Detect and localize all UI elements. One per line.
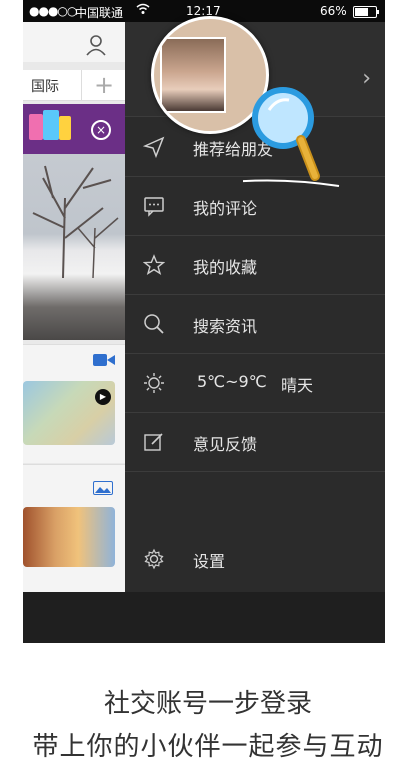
menu-item-search[interactable]: 搜索资讯 [125,295,385,354]
menu-item-label: 意见反馈 [193,435,258,454]
menu-item-settings[interactable]: 设置 [125,540,385,580]
menu-item-feedback[interactable]: 意见反馈 [125,413,385,472]
news-feed-panel[interactable]: 国际 + × ▶ [23,22,125,592]
carrier-name: 中国联通 [75,6,124,20]
menu-item-label: 我的收藏 [193,258,258,277]
video-icon [93,354,115,366]
gear-icon [144,548,164,570]
headline-photo[interactable]: × [23,104,125,421]
menu-item-label: 搜索资讯 [193,317,258,336]
kids-thumbnail [23,507,115,567]
menu-item-weather[interactable]: 5℃~9℃ 晴天 [125,354,385,413]
phones-image [29,110,71,140]
wifi-icon [136,2,150,19]
video-news-card[interactable]: ▶ [23,344,125,463]
sun-icon [144,373,164,393]
star-icon [143,254,165,275]
add-channel-button[interactable]: + [81,70,125,100]
photo-news-card[interactable] [23,464,125,592]
magnifier-icon [243,87,340,187]
menu-item-favorites[interactable]: 我的收藏 [125,236,385,295]
chevron-right-icon[interactable]: › [362,66,371,91]
tab-international[interactable]: 国际 [31,76,59,96]
weather-temperature: 5℃~9℃ [197,372,267,391]
caption-line-1: 社交账号一步登录 [103,689,312,719]
close-icon[interactable]: × [91,120,111,140]
weather-condition: 晴天 [281,376,314,395]
battery-percent: 66% [320,4,347,18]
feed-header [23,22,125,62]
ad-banner[interactable]: × [23,104,125,154]
avatar[interactable] [160,37,226,113]
play-icon[interactable]: ▶ [95,389,111,405]
image-icon [93,481,113,495]
search-icon [144,314,164,334]
channel-tabs: 国际 + [23,70,125,101]
settings-label: 设置 [193,552,226,571]
bottom-bar [23,592,385,643]
signal-indicator: ●●●○○ [29,4,77,18]
caption-line-2: 带上你的小伙伴一起参与互动 [32,732,384,762]
comment-icon [144,197,164,217]
user-icon[interactable] [85,34,107,56]
phone-screen: ●●●○○ 中国联通 12:17 66% 国际 + × ▶ › 推荐给朋友 我的… [23,0,385,643]
edit-icon [144,433,163,451]
battery-icon [353,6,379,18]
tree-image [32,165,119,278]
send-icon [143,136,165,158]
